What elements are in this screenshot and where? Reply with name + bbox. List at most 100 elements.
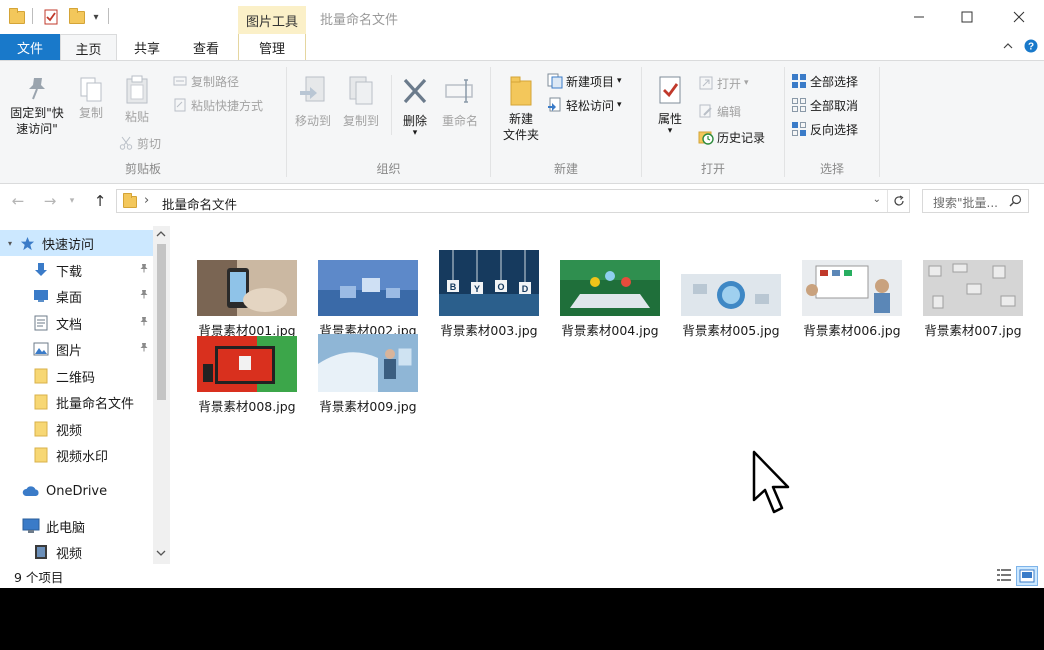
new-folder-label: 新建 文件夹 [502, 112, 539, 142]
nav-item-label: 文档 [56, 317, 83, 333]
open-group: 属性 ▾ 打开 ▾ 编辑 历史记录 打开 [642, 61, 784, 183]
pin-icon[interactable] [139, 316, 149, 329]
nav-scrollbar[interactable] [153, 226, 170, 564]
file-thumbnail-image [802, 260, 902, 316]
forward-button[interactable]: → [40, 192, 60, 210]
pin-icon[interactable] [139, 263, 149, 276]
file-item[interactable]: 背景素材005.jpg [671, 242, 791, 339]
star-icon [18, 234, 36, 252]
file-name: 背景素材006.jpg [803, 323, 901, 338]
folder-icon [32, 420, 50, 438]
rename-icon [445, 79, 473, 103]
nav-this-pc[interactable]: 此电脑 [0, 513, 153, 539]
nav-item-batch-rename[interactable]: 批量命名文件 [0, 389, 153, 415]
file-item[interactable]: B Y O D 背景素材003.jpg [429, 232, 549, 339]
tab-share[interactable]: 共享 [117, 34, 177, 61]
properties-dropdown-icon[interactable]: ▾ [668, 127, 673, 136]
easy-access-icon [547, 97, 563, 113]
move-to-button[interactable]: 移动到 [291, 75, 335, 129]
rename-label: 重命名 [441, 114, 478, 128]
refresh-button[interactable] [887, 190, 909, 212]
recent-locations-button[interactable]: ▾ [62, 192, 82, 210]
scroll-up-icon[interactable] [156, 229, 166, 242]
properties-quick-icon[interactable] [42, 8, 60, 26]
easy-access-dropdown-icon: ▾ [617, 100, 622, 110]
delete-button[interactable]: 删除 ▾ [397, 75, 433, 138]
file-item[interactable]: 背景素材008.jpg [187, 332, 307, 415]
nav-item-videos[interactable]: 视频 [0, 416, 153, 442]
new-group: 新建 文件夹 新建项目 ▾ 轻松访问 ▾ 新建 [491, 61, 641, 183]
download-icon [32, 261, 50, 279]
nav-pc-videos[interactable]: 视频 [0, 539, 153, 565]
expand-chevron-icon[interactable]: ▾ [8, 239, 18, 248]
nav-item-label: 下载 [56, 264, 83, 280]
scroll-down-icon[interactable] [156, 547, 166, 561]
edit-button[interactable]: 编辑 [698, 101, 741, 121]
nav-onedrive[interactable]: OneDrive [0, 478, 153, 504]
nav-item-video-watermark[interactable]: 视频水印 [0, 442, 153, 468]
collapse-ribbon-icon[interactable] [1003, 40, 1013, 54]
thumb-letter: D [522, 284, 529, 294]
rename-button[interactable]: 重命名 [437, 75, 483, 129]
breadcrumb-current[interactable]: 批量命名文件 [162, 194, 237, 213]
nav-item-pictures[interactable]: 图片 [0, 336, 153, 362]
window-title: 批量命名文件 [320, 13, 399, 28]
nav-quick-access[interactable]: ▾ 快速访问 [0, 230, 153, 256]
tab-manage[interactable]: 管理 [238, 34, 306, 61]
copy-path-button[interactable]: 复制路径 [172, 71, 239, 91]
copy-to-label: 复制到 [342, 114, 379, 128]
file-item[interactable]: 背景素材006.jpg [792, 242, 912, 339]
file-name: 背景素材003.jpg [440, 323, 538, 338]
nav-item-desktop[interactable]: 桌面 [0, 283, 153, 309]
back-button[interactable]: ← [8, 192, 28, 210]
nav-item-qrcode[interactable]: 二维码 [0, 363, 153, 389]
open-button[interactable]: 打开 ▾ [698, 73, 749, 93]
address-bar[interactable]: › 批量命名文件 ⌄ [116, 189, 910, 213]
paste-shortcut-button[interactable]: 粘贴快捷方式 [172, 95, 263, 115]
help-icon[interactable]: ? [1024, 39, 1038, 56]
pin-icon[interactable] [139, 342, 149, 355]
address-dropdown-icon[interactable]: ⌄ [873, 194, 881, 205]
paste-button[interactable]: 粘贴 [116, 75, 158, 125]
cut-button[interactable]: 剪切 [118, 133, 161, 153]
nav-onedrive-label: OneDrive [46, 483, 108, 499]
tab-view[interactable]: 查看 [177, 34, 235, 61]
tab-file[interactable]: 文件 [0, 34, 60, 61]
new-item-button[interactable]: 新建项目 ▾ [547, 71, 622, 91]
file-item[interactable]: 背景素材001.jpg [187, 242, 307, 339]
pin-icon[interactable] [139, 289, 149, 302]
new-folder-button[interactable]: 新建 文件夹 [495, 75, 547, 143]
history-button[interactable]: 历史记录 [698, 127, 765, 147]
maximize-button[interactable] [942, 0, 992, 34]
invert-selection-button[interactable]: 反向选择 [791, 119, 858, 139]
properties-button[interactable]: 属性 ▾ [650, 75, 690, 136]
up-button[interactable]: ↑ [90, 192, 110, 210]
large-icons-view-button[interactable] [1016, 566, 1038, 586]
copy-to-button[interactable]: 复制到 [339, 75, 383, 129]
customize-quick-access-icon[interactable]: ▾ [90, 8, 102, 26]
select-none-button[interactable]: 全部取消 [791, 95, 858, 115]
minimize-button[interactable] [894, 0, 944, 34]
scroll-thumb[interactable] [157, 244, 166, 400]
file-thumbnail-image [197, 336, 297, 392]
search-box[interactable]: 搜索"批量... [922, 189, 1029, 213]
pin-quick-access-button[interactable]: 固定到"快 速访问" [4, 75, 70, 137]
file-name: 背景素材004.jpg [561, 323, 659, 338]
file-item[interactable]: 背景素材007.jpg [913, 242, 1033, 339]
file-item[interactable]: 背景素材009.jpg [308, 332, 428, 415]
nav-item-documents[interactable]: 文档 [0, 310, 153, 336]
details-view-button[interactable] [994, 566, 1014, 584]
file-item[interactable]: 背景素材002.jpg [308, 242, 428, 339]
delete-dropdown-icon[interactable]: ▾ [413, 129, 418, 138]
new-folder-quick-icon[interactable] [68, 7, 86, 26]
nav-item-downloads[interactable]: 下载 [0, 257, 153, 283]
close-button[interactable] [994, 0, 1044, 34]
search-icon[interactable] [1009, 194, 1022, 210]
copy-button[interactable]: 复制 [72, 75, 110, 121]
file-item[interactable]: 背景素材004.jpg [550, 242, 670, 339]
select-all-button[interactable]: 全部选择 [791, 71, 858, 91]
delete-label: 删除 [402, 114, 427, 128]
tab-home[interactable]: 主页 [60, 34, 117, 62]
easy-access-button[interactable]: 轻松访问 ▾ [547, 95, 622, 115]
folder-icon[interactable] [8, 7, 26, 26]
